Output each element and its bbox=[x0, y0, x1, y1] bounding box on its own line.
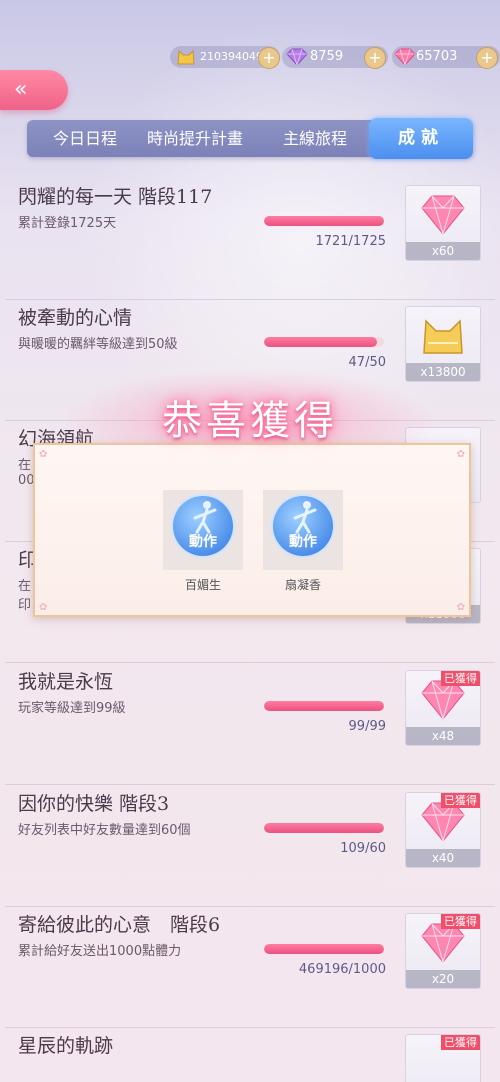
achievement-desc-line2: 印 bbox=[18, 598, 32, 613]
tab-achievements[interactable]: 成就 bbox=[369, 118, 473, 159]
reward-slot[interactable]: 已獲得 bbox=[405, 1034, 481, 1082]
cat-coin-icon bbox=[177, 49, 195, 65]
achievement-title: 因你的快樂 階段3 bbox=[18, 793, 170, 815]
star-icon: ✿ bbox=[39, 602, 48, 613]
pink-diamond-icon bbox=[421, 195, 465, 236]
item-type-label: 動作 bbox=[189, 534, 217, 550]
claimed-badge: 已獲得 bbox=[441, 914, 480, 929]
dance-pose-icon: 動作 bbox=[273, 496, 333, 556]
reward-item[interactable]: 動作 bbox=[163, 490, 243, 570]
achievement-title: 寄給彼此的心意 階段6 bbox=[18, 914, 221, 936]
add-coins-button[interactable]: + bbox=[258, 47, 280, 69]
achievement-desc: 在 bbox=[18, 458, 32, 473]
pink-diamond-icon bbox=[394, 48, 416, 66]
achievement-desc: 在 bbox=[18, 579, 32, 594]
reward-qty: x48 bbox=[406, 727, 480, 745]
star-icon: ✿ bbox=[456, 449, 465, 460]
currency-purple-diamond: 8759 + bbox=[282, 46, 388, 69]
add-pink-diamond-button[interactable]: + bbox=[476, 47, 498, 69]
achievement-desc: 好友列表中好友數量達到60個 bbox=[18, 823, 191, 838]
achievement-row: 寄給彼此的心意 階段6 累計給好友送出1000點體力 469196/1000 已… bbox=[0, 907, 500, 1028]
achievement-row: 星辰的軌跡 已獲得 bbox=[0, 1028, 500, 1082]
item-type-label: 動作 bbox=[289, 534, 317, 550]
progress-count: 1721/1725 bbox=[315, 234, 386, 249]
currency-pink-diamond: 65703 + bbox=[392, 46, 500, 69]
progress-bar bbox=[264, 701, 384, 711]
reward-item-name: 百媚生 bbox=[184, 578, 221, 592]
progress-count: 99/99 bbox=[348, 719, 386, 734]
progress-bar bbox=[264, 823, 384, 833]
coins-value: 210394049 bbox=[200, 50, 263, 63]
reward-item[interactable]: 動作 bbox=[263, 490, 343, 570]
reward-item-name: 扇凝香 bbox=[284, 578, 321, 592]
reward-slot[interactable]: 已獲得 x20 bbox=[405, 913, 481, 989]
achievement-desc: 與暖暖的羈絆等級達到50級 bbox=[18, 337, 178, 352]
achievement-title: 閃耀的每一天 階段117 bbox=[18, 186, 213, 208]
achievement-row: 閃耀的每一天 階段117 累計登錄1725天 1721/1725 x60 bbox=[0, 179, 500, 300]
achievement-desc: 玩家等級達到99級 bbox=[18, 701, 126, 716]
achievement-title: 星辰的軌跡 bbox=[18, 1035, 114, 1057]
reward-qty: x20 bbox=[406, 970, 480, 988]
purple-diamond-value: 8759 bbox=[310, 49, 344, 64]
pink-diamond-value: 65703 bbox=[416, 49, 458, 64]
star-icon: ✿ bbox=[456, 602, 465, 613]
claimed-badge: 已獲得 bbox=[441, 671, 480, 686]
tab-daily-schedule[interactable]: 今日日程 bbox=[37, 120, 133, 157]
achievement-row: 我就是永恆 玩家等級達到99級 99/99 已獲得 x48 bbox=[0, 664, 500, 785]
tab-bar: 今日日程 時尚提升計畫 主線旅程 成就 bbox=[27, 118, 473, 159]
reward-slot[interactable]: x60 bbox=[405, 185, 481, 261]
add-purple-diamond-button[interactable]: + bbox=[364, 47, 386, 69]
back-button[interactable]: « bbox=[0, 70, 68, 110]
reward-slot[interactable]: 已獲得 x48 bbox=[405, 670, 481, 746]
reward-slot[interactable]: 已獲得 x40 bbox=[405, 792, 481, 868]
divider bbox=[5, 662, 495, 663]
progress-bar bbox=[264, 337, 384, 347]
tab-main-journey[interactable]: 主線旅程 bbox=[261, 120, 369, 157]
dance-pose-icon: 動作 bbox=[173, 496, 233, 556]
gold-cat-coin-icon bbox=[423, 319, 463, 354]
achievement-desc: 累計給好友送出1000點體力 bbox=[18, 944, 182, 959]
claimed-badge: 已獲得 bbox=[441, 793, 480, 808]
progress-count: 469196/1000 bbox=[298, 962, 386, 977]
double-chevron-left-icon: « bbox=[14, 77, 28, 102]
achievement-desc: 累計登錄1725天 bbox=[18, 216, 117, 231]
progress-bar bbox=[264, 216, 384, 226]
tab-fashion-plan[interactable]: 時尚提升計畫 bbox=[131, 120, 259, 157]
reward-popup[interactable]: ✿ ✿ ✿ ✿ 動作 百媚生 動作 扇凝香 bbox=[33, 443, 471, 617]
popup-title: 恭喜獲得 bbox=[162, 398, 338, 444]
star-icon: ✿ bbox=[39, 449, 48, 460]
achievement-title: 被牽動的心情 bbox=[18, 307, 133, 329]
divider bbox=[5, 784, 495, 785]
purple-diamond-icon bbox=[286, 48, 308, 66]
currency-coins: 210394049 + bbox=[170, 46, 280, 69]
reward-qty: x60 bbox=[406, 242, 480, 260]
reward-qty: x40 bbox=[406, 849, 480, 867]
achievement-title: 我就是永恆 bbox=[18, 671, 114, 693]
progress-bar bbox=[264, 944, 384, 954]
progress-count: 109/60 bbox=[340, 841, 386, 856]
achievement-row: 因你的快樂 階段3 好友列表中好友數量達到60個 109/60 已獲得 x40 bbox=[0, 786, 500, 907]
claimed-badge: 已獲得 bbox=[441, 1035, 480, 1050]
